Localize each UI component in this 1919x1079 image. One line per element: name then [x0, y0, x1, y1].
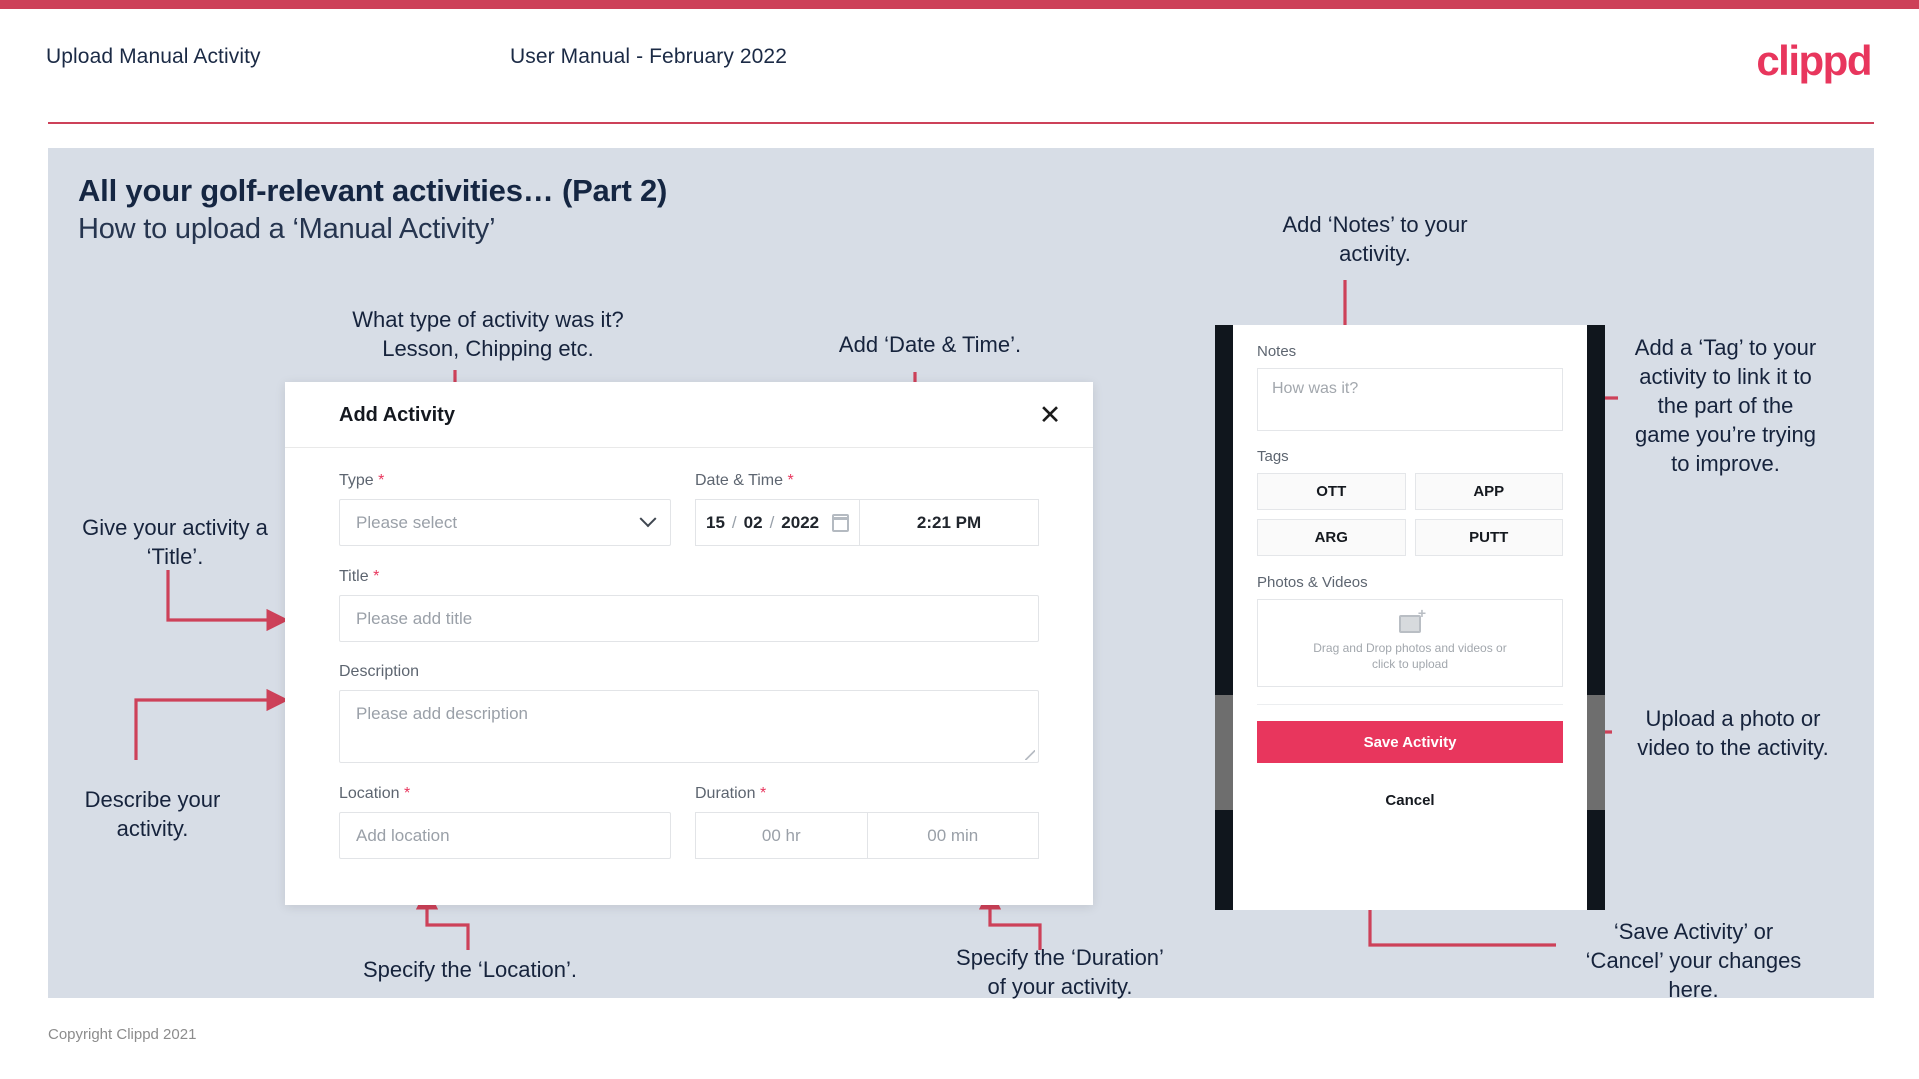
- title-placeholder: Please add title: [356, 608, 473, 628]
- clippd-logo: clippd: [1756, 37, 1872, 84]
- description-label: Description: [339, 663, 420, 680]
- tag-button-ott[interactable]: OTT: [1257, 473, 1406, 510]
- field-datetime: Date & Time * 15 / 02 / 2022 2:21 PM: [695, 472, 1039, 546]
- annotation-notes: Add ‘Notes’ to your activity.: [1282, 212, 1468, 266]
- page-subtitle: How to upload a ‘Manual Activity’: [78, 213, 496, 245]
- required-marker: *: [373, 568, 380, 585]
- notes-textarea[interactable]: How was it?: [1257, 368, 1563, 431]
- date-day: 15: [705, 512, 725, 532]
- tags-label: Tags: [1257, 448, 1289, 465]
- dropzone-text: Drag and Drop photos and videos or click…: [1313, 640, 1506, 672]
- add-image-icon: [1399, 606, 1426, 633]
- type-label: Type *: [339, 472, 385, 489]
- page-title: All your golf-relevant activities… (Part…: [78, 173, 668, 208]
- dropzone-line-1: Drag and Drop photos and videos or: [1313, 640, 1507, 655]
- footer-copyright: Copyright Clippd 2021: [48, 1026, 197, 1043]
- duration-minutes-input[interactable]: 00 min: [867, 812, 1039, 859]
- phone-mockup: Notes How was it? Tags OTT APP ARG PUTT …: [1215, 325, 1605, 910]
- title-input[interactable]: Please add title: [339, 595, 1039, 642]
- header-subtitle: User Manual - February 2022: [510, 45, 787, 68]
- dropzone-line-2: click to upload: [1371, 656, 1449, 671]
- duration-label: Duration *: [695, 785, 767, 802]
- field-title: Title * Please add title: [339, 568, 1039, 642]
- time-input[interactable]: 2:21 PM: [860, 499, 1039, 546]
- resize-handle-icon[interactable]: [1025, 750, 1035, 760]
- dialog-header: Add Activity ✕: [285, 382, 1093, 448]
- description-textarea[interactable]: Please add description: [339, 690, 1039, 763]
- datetime-label: Date & Time *: [695, 472, 794, 489]
- duration-hours-input[interactable]: 00 hr: [695, 812, 868, 859]
- date-input[interactable]: 15 / 02 / 2022: [695, 499, 861, 546]
- notes-placeholder: How was it?: [1272, 380, 1359, 397]
- location-label: Location *: [339, 785, 411, 802]
- tag-button-arg[interactable]: ARG: [1257, 519, 1406, 556]
- required-marker: *: [759, 785, 767, 802]
- notes-label: Notes: [1257, 343, 1297, 360]
- add-activity-dialog: Add Activity ✕ Type * Please select Date…: [285, 382, 1093, 905]
- photo-dropzone[interactable]: Drag and Drop photos and videos or click…: [1257, 599, 1563, 687]
- phone-bezel-left-accent: [1215, 695, 1233, 810]
- location-input[interactable]: Add location: [339, 812, 671, 859]
- type-select[interactable]: Please select: [339, 499, 671, 546]
- date-month: 02: [743, 512, 763, 532]
- save-activity-button[interactable]: Save Activity: [1257, 721, 1563, 763]
- type-placeholder: Please select: [356, 512, 458, 532]
- header-title: Upload Manual Activity: [46, 45, 261, 68]
- tags-grid: OTT APP ARG PUTT: [1257, 473, 1563, 556]
- date-sep-1: /: [731, 512, 737, 532]
- phone-bezel-right: [1587, 325, 1605, 910]
- annotation-type: What type of activity was it? Lesson, Ch…: [352, 307, 624, 361]
- title-label: Title *: [339, 568, 380, 585]
- annotation-save: ‘Save Activity’ or ‘Cancel’ your changes…: [1585, 919, 1802, 1002]
- field-location: Location * Add location: [339, 785, 671, 859]
- annotation-location: Specify the ‘Location’.: [362, 957, 578, 982]
- phone-divider: [1257, 704, 1563, 705]
- chevron-down-icon: [639, 509, 657, 527]
- required-marker: *: [378, 472, 385, 489]
- header-divider: [48, 122, 1874, 124]
- annotation-photos: Upload a photo or video to the activity.: [1637, 706, 1829, 760]
- annotation-description: Describe your activity.: [84, 787, 221, 841]
- location-placeholder: Add location: [356, 825, 450, 845]
- close-icon[interactable]: ✕: [1031, 396, 1069, 434]
- tag-button-putt[interactable]: PUTT: [1414, 519, 1563, 556]
- field-duration: Duration * 00 hr 00 min: [695, 785, 1039, 859]
- annotation-duration: Specify the ‘Duration’ of your activity.: [956, 945, 1164, 999]
- tag-button-app[interactable]: APP: [1414, 473, 1563, 510]
- annotation-tags: Add a ‘Tag’ to your activity to link it …: [1634, 335, 1817, 476]
- required-marker: *: [787, 472, 794, 489]
- phone-screen: Notes How was it? Tags OTT APP ARG PUTT …: [1233, 325, 1587, 910]
- required-marker: *: [403, 785, 411, 802]
- date-sep-2: /: [769, 512, 775, 532]
- top-accent-bar: [0, 0, 1919, 9]
- description-placeholder: Please add description: [356, 704, 529, 723]
- phone-bezel-right-accent: [1587, 695, 1605, 810]
- photos-label: Photos & Videos: [1257, 574, 1368, 591]
- cancel-button[interactable]: Cancel: [1257, 792, 1563, 809]
- dialog-title: Add Activity: [339, 404, 455, 426]
- date-year: 2022: [781, 512, 820, 532]
- annotation-datetime: Add ‘Date & Time’.: [838, 332, 1022, 357]
- phone-bezel-left: [1215, 325, 1233, 910]
- field-description: Description Please add description: [339, 663, 1039, 763]
- annotation-title: Give your activity a ‘Title’.: [82, 515, 268, 569]
- field-type: Type * Please select: [339, 472, 671, 546]
- calendar-icon[interactable]: [832, 513, 850, 532]
- slide-page: Upload Manual Activity User Manual - Feb…: [0, 0, 1919, 1079]
- activity-form: Type * Please select Date & Time * 15 / …: [285, 472, 1093, 859]
